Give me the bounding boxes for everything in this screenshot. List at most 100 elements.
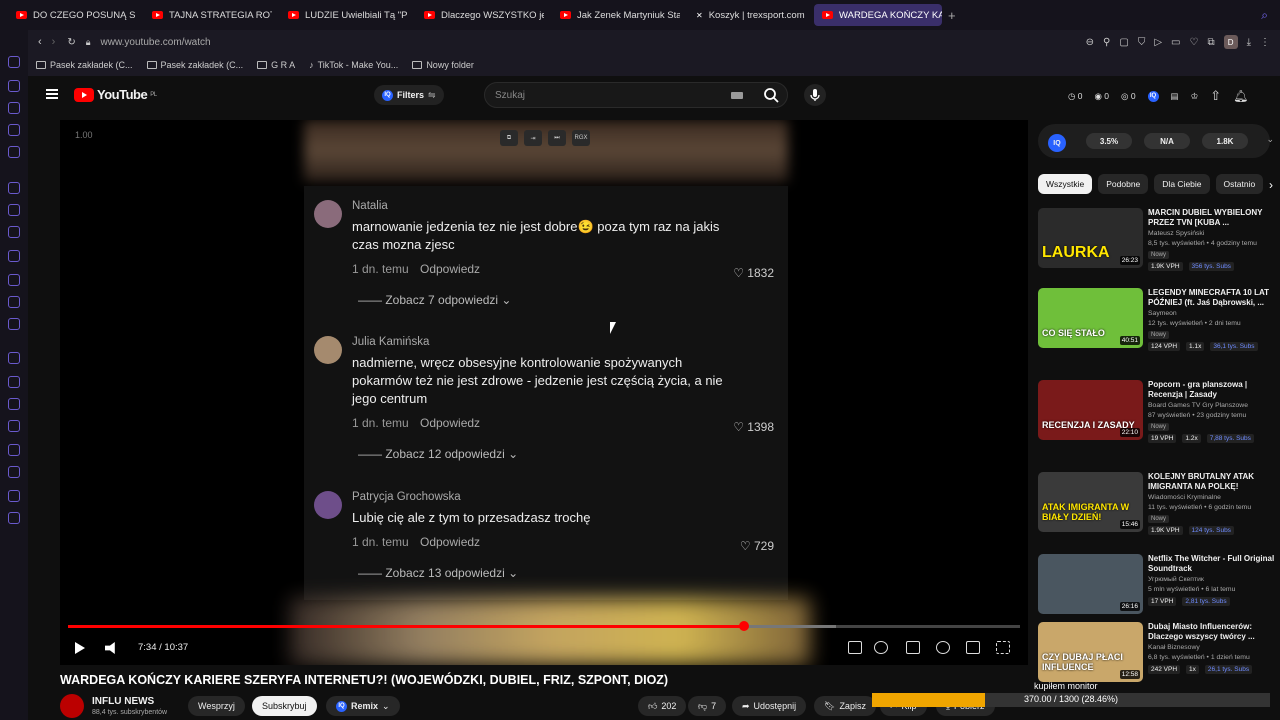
scrubber-knob[interactable] [738, 621, 749, 631]
channel-name[interactable]: INFLU NEWS [92, 696, 154, 707]
recommendation-channel[interactable]: Wiadomości Kryminalne [1148, 494, 1221, 501]
rail-shopping-icon[interactable] [8, 80, 20, 92]
recommendation-title[interactable]: Popcorn - gra planszowa | Recenzja | Zas… [1148, 380, 1276, 400]
progress-bar[interactable] [68, 621, 1020, 631]
bookmark-item[interactable]: ♪ TikTok - Make You... [309, 60, 398, 70]
reply-button[interactable]: Odpowiedz [420, 416, 480, 430]
comment-like-button[interactable]: ♡ 1398 [733, 420, 774, 434]
zoom-icon[interactable]: ⊖ [1086, 37, 1094, 48]
volume-icon[interactable] [105, 642, 115, 654]
comment-author[interactable]: Natalia [352, 200, 388, 212]
recommendation-channel[interactable]: Board Games TV Gry Planszowe [1148, 402, 1248, 409]
video-thumbnail[interactable]: CZY DUBAJ PŁACI INFLUENCE 12:58 [1038, 622, 1143, 682]
recommendation-title[interactable]: Dubaj Miasto Influencerów: Dlaczego wszy… [1148, 622, 1276, 642]
browser-tab[interactable]: WARDEGA KOŃCZY KARIE [814, 4, 942, 26]
voice-search-button[interactable] [804, 84, 826, 106]
rail-music-icon[interactable] [8, 352, 20, 364]
rail-instagram-icon[interactable] [8, 250, 20, 262]
browser-tab[interactable]: TAJNA STRATEGIA ROTHS [144, 4, 272, 26]
shield-icon[interactable]: ⛉ [1138, 37, 1146, 48]
rail-news-icon[interactable] [8, 124, 20, 136]
recommendation-item[interactable]: ATAK IMIGRANTA W BIAŁY DZIEŃ! 15:46 KOLEJN… [1038, 472, 1278, 552]
search-input[interactable]: Szukaj [495, 90, 525, 101]
subtitles-icon[interactable] [906, 641, 920, 654]
like-button[interactable]: 👍︎ 202 [638, 696, 687, 716]
comment-like-button[interactable]: ♡ 729 [740, 539, 774, 553]
view-replies-button[interactable]: —— Zobacz 13 odpowiedzi ⌄ [358, 566, 518, 580]
comment-avatar[interactable] [314, 200, 342, 228]
remix-button[interactable]: IQ Remix ⌄ [326, 696, 400, 716]
search-icon[interactable] [763, 87, 779, 103]
recommendation-item[interactable]: RECENZJA I ZASADY 22:10 Popcorn - gra plan… [1038, 380, 1278, 460]
pip-icon[interactable]: ⧉ [500, 130, 518, 146]
browser-tab[interactable]: Dlaczego WSZYSTKO jest [416, 4, 544, 26]
tab-search-icon[interactable]: ⌕ [1261, 8, 1268, 23]
support-button[interactable]: Wesprzyj [188, 696, 245, 716]
next-icon[interactable]: ⏭︎ [548, 130, 566, 146]
iq-player-icon[interactable] [848, 641, 862, 654]
video-thumbnail[interactable]: 26:16 [1038, 554, 1143, 614]
url-field[interactable]: www.youtube.com/watch [101, 37, 211, 48]
hamburger-menu-icon[interactable] [46, 89, 58, 99]
rail-x-icon[interactable] [8, 274, 20, 286]
filters-button[interactable]: IQ Filters ⇋ [374, 85, 444, 105]
rail-discord-icon[interactable] [8, 296, 20, 308]
filter-chip[interactable]: Dla Ciebie [1154, 174, 1210, 194]
recommendation-title[interactable]: Netflix The Witcher - Full Original Soun… [1148, 554, 1276, 574]
dislike-button[interactable]: 👎︎ 7 [688, 696, 727, 716]
share-button[interactable]: ➦ Udostępnij [732, 696, 807, 716]
forward-icon[interactable]: › [52, 36, 56, 48]
save-button[interactable]: 🔖︎ Zapisz [814, 696, 876, 716]
theater-mode-icon[interactable] [966, 641, 980, 654]
video-player[interactable]: 1.00 ⧉ ⇥ ⏭︎ RGX Natalia marnowanie jedzen… [60, 120, 1028, 665]
filter-chip[interactable]: Ostatnio [1215, 174, 1264, 194]
browser-tab[interactable]: DO CZEGO POSUNĄ SIĘ K [8, 4, 136, 26]
rail-settings-icon[interactable] [8, 512, 20, 524]
profile-avatar[interactable]: D [1223, 35, 1238, 49]
iq-logo-icon[interactable]: IQ [1048, 134, 1066, 152]
rail-messenger-icon[interactable] [8, 204, 20, 216]
view-replies-button[interactable]: —— Zobacz 7 odpowiedzi ⌄ [358, 293, 511, 307]
notifications-icon[interactable]: 🔔︎ [1233, 89, 1248, 103]
site-info-icon[interactable]: 🔒︎ [86, 37, 91, 48]
play-icon[interactable] [75, 642, 85, 654]
recommendation-channel[interactable]: Угрюмый Скептик [1148, 576, 1204, 583]
rail-bag-icon[interactable] [8, 102, 20, 114]
recommendation-title[interactable]: LEGENDY MINECRAFTA 10 LAT PÓŹNIEJ (ft. J… [1148, 288, 1276, 308]
bookmark-item[interactable]: Nowy folder [412, 60, 474, 70]
stats-icon[interactable]: ▤ [1171, 91, 1179, 102]
reload-icon[interactable]: ↻ [67, 37, 75, 48]
rail-history-icon[interactable] [8, 420, 20, 432]
video-thumbnail[interactable]: LAURKA 26:23 [1038, 208, 1143, 268]
new-tab-icon[interactable]: + [948, 8, 956, 23]
rail-youtube-icon[interactable] [8, 318, 20, 330]
comment-author[interactable]: Julia Kamińska [352, 336, 429, 348]
play-extension-icon[interactable]: ▷ [1154, 37, 1162, 48]
comment-author[interactable]: Patrycja Grochowska [352, 491, 461, 503]
favorite-icon[interactable]: ♡ [1189, 37, 1198, 48]
iq-header-icon[interactable]: IQ [1147, 90, 1159, 102]
extensions-icon[interactable]: ⧉ [1207, 37, 1214, 48]
video-thumbnail[interactable]: CO SIĘ STAŁO 40:51 [1038, 288, 1143, 348]
reply-button[interactable]: Odpowiedz [420, 262, 480, 276]
view-replies-button[interactable]: —— Zobacz 12 odpowiedzi ⌄ [358, 447, 518, 461]
youtube-logo[interactable]: YouTube PL [74, 87, 157, 102]
comment-avatar[interactable] [314, 491, 342, 519]
settings-gear-icon[interactable] [936, 641, 950, 654]
browser-tab[interactable]: ✕ Koszyk | trexsport.com [688, 4, 806, 26]
rail-download-icon[interactable] [8, 466, 20, 478]
browser-tab[interactable]: LUDZIE Uwielbiali Tą "Prze [280, 4, 408, 26]
recommendation-item[interactable]: CO SIĘ STAŁO 40:51 LEGENDY MINECRAFTA 10 L… [1038, 288, 1278, 368]
filter-chip[interactable]: Wszystkie [1038, 174, 1093, 194]
recommendation-channel[interactable]: Mateusz Spysiński [1148, 230, 1204, 237]
video-thumbnail[interactable]: ATAK IMIGRANTA W BIAŁY DZIEŃ! 15:46 [1038, 472, 1143, 532]
rgx-button[interactable]: RGX [572, 130, 590, 146]
loop-icon[interactable]: ⇥ [524, 130, 542, 146]
fullscreen-icon[interactable] [996, 641, 1010, 654]
wallet-icon[interactable]: ▭ [1171, 37, 1180, 48]
iq-expand-chevron-icon[interactable]: ⌄ [1266, 134, 1274, 145]
downloads-icon[interactable]: ⤓ [1247, 37, 1251, 48]
subscribe-button[interactable]: Subskrybuj [252, 696, 317, 716]
recommendation-title[interactable]: KOLEJNY BRUTALNY ATAK IMIGRANTA NA POLKĘ… [1148, 472, 1276, 492]
autoplay-toggle[interactable] [874, 641, 888, 654]
